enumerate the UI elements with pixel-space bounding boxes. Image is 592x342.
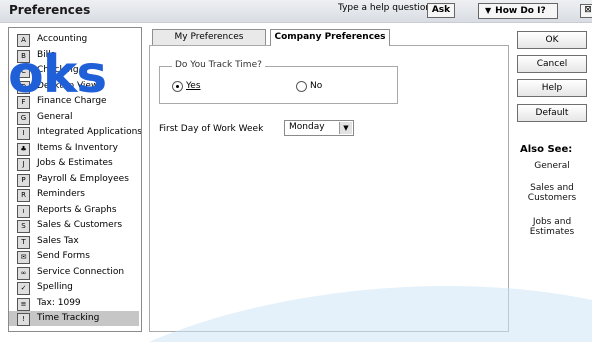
first-day-select[interactable]: Monday ▼ <box>284 120 354 136</box>
title-bar: Preferences Type a help question Ask ▼ Ho… <box>0 0 592 23</box>
service-connection-icon: ∞ <box>17 266 30 280</box>
general-icon: G <box>17 111 30 125</box>
sidebar-item-label: Tax: 1099 <box>37 297 81 308</box>
send-forms-icon: ✉ <box>17 251 30 264</box>
radio-selected-dot-icon <box>176 85 179 88</box>
sidebar-item[interactable]: T Sales Tax <box>9 234 139 249</box>
ok-button[interactable]: OK <box>517 31 587 49</box>
integrated-apps-icon: I <box>17 127 30 140</box>
sidebar-item[interactable]: ≡ Tax: 1099 <box>9 296 139 311</box>
jobs-estimates-icon: J <box>17 158 30 171</box>
sidebar-item[interactable]: ! Time Tracking <box>9 311 139 326</box>
sidebar-item-label: Jobs & Estimates <box>37 158 113 168</box>
items-inventory-icon: ♣ <box>17 142 30 156</box>
time-tracking-icon: ! <box>17 313 30 326</box>
sales-tax-icon: T <box>17 235 30 249</box>
help-question-input[interactable]: Type a help question <box>338 3 431 13</box>
sidebar-item[interactable]: I Integrated Applications <box>9 125 142 140</box>
close-icon[interactable]: ⊠ <box>580 4 592 18</box>
sidebar-item-label: Items & Inventory <box>37 142 118 153</box>
how-do-i-button[interactable]: ▼ How Do I? <box>478 3 558 19</box>
radio-circle-icon <box>296 81 307 92</box>
sidebar-item[interactable]: ∞ Service Connection <box>9 265 139 280</box>
also-see-sales-customers-link[interactable]: Sales and Customers <box>520 183 584 203</box>
sidebar-item-label: Payroll & Employees <box>37 173 129 184</box>
sidebar-item[interactable]: ♣ Items & Inventory <box>9 141 139 156</box>
spelling-icon: ✓ <box>17 282 30 295</box>
dropdown-arrow-icon: ▼ <box>485 6 492 15</box>
track-time-legend: Do You Track Time? <box>172 60 265 70</box>
window-title: Preferences <box>9 3 91 17</box>
also-see-jobs-estimates-link[interactable]: Jobs and Estimates <box>520 217 584 237</box>
preferences-window: Preferences Type a help question Ask ▼ Ho… <box>0 0 592 342</box>
track-time-group: Do You Track Time? Yes No <box>159 60 398 104</box>
sidebar-item[interactable]: P Payroll & Employees <box>9 172 139 187</box>
also-see-title: Also See: <box>520 144 573 155</box>
payroll-icon: P <box>17 173 30 187</box>
radio-circle-icon <box>172 81 183 92</box>
sidebar-item-label: Integrated Applications <box>37 127 142 137</box>
sidebar-item[interactable]: S Sales & Customers <box>9 218 139 233</box>
sidebar-item-label: Send Forms <box>37 251 90 261</box>
no-label: No <box>310 81 323 91</box>
reports-graphs-icon: ı <box>17 204 30 218</box>
tax-1099-icon: ≡ <box>17 297 30 311</box>
first-day-value: Monday <box>289 122 325 132</box>
logo-overlay: oks <box>8 45 107 105</box>
chevron-down-icon[interactable]: ▼ <box>339 122 352 134</box>
also-see-general-link[interactable]: General <box>520 161 584 171</box>
cancel-button[interactable]: Cancel <box>517 55 587 73</box>
how-do-i-label: How Do I? <box>495 6 546 16</box>
tab-my-preferences[interactable]: My Preferences <box>152 29 266 45</box>
sidebar-item-label: Sales & Customers <box>37 220 123 230</box>
ask-button[interactable]: Ask <box>427 3 455 18</box>
sidebar-item[interactable]: R Reminders <box>9 187 139 202</box>
sidebar-item-label: Spelling <box>37 282 73 292</box>
sidebar-item-label: Reminders <box>37 189 85 199</box>
company-preferences-panel: Do You Track Time? Yes No First Day of W… <box>149 45 509 332</box>
help-button[interactable]: Help <box>517 79 587 97</box>
first-day-label: First Day of Work Week <box>159 124 264 134</box>
sidebar-item[interactable]: J Jobs & Estimates <box>9 156 139 171</box>
default-button[interactable]: Default <box>517 104 587 122</box>
sidebar-item-label: Service Connection <box>37 266 125 277</box>
yes-label: Yes <box>186 81 201 91</box>
sidebar-item-label: General <box>37 111 73 122</box>
sales-customers-icon: S <box>17 220 30 233</box>
sidebar-item[interactable]: ✓ Spelling <box>9 280 139 295</box>
sidebar-item[interactable]: ı Reports & Graphs <box>9 203 139 218</box>
sidebar-item-label: Time Tracking <box>37 313 100 323</box>
sidebar-item[interactable]: G General <box>9 110 139 125</box>
reminders-icon: R <box>17 189 30 202</box>
tab-company-preferences[interactable]: Company Preferences <box>270 29 390 46</box>
sidebar-item-label: Reports & Graphs <box>37 204 117 215</box>
sidebar-item-label: Sales Tax <box>37 235 79 246</box>
sidebar-item[interactable]: ✉ Send Forms <box>9 249 139 264</box>
